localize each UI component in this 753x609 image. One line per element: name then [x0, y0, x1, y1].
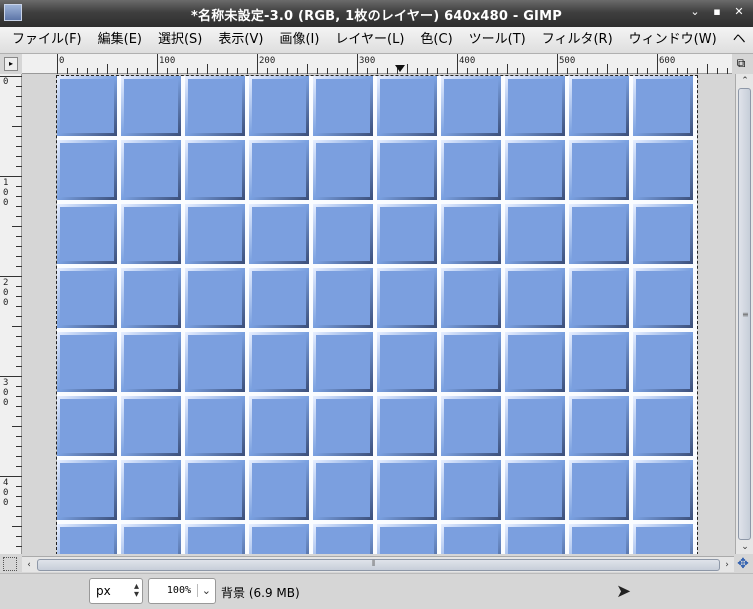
scroll-down-icon[interactable]: ⌄	[738, 540, 752, 554]
menu-view[interactable]: 表示(V)	[210, 29, 271, 51]
close-button[interactable]: ✕	[731, 4, 747, 20]
scroll-right-icon[interactable]: ›	[720, 558, 734, 572]
menu-image[interactable]: 画像(I)	[271, 29, 327, 51]
image-window-workarea: ▸ 0 100 200 300 400 500 600 ⧉ 0 100 200 …	[0, 54, 753, 573]
scroll-up-icon[interactable]: ⌃	[738, 74, 752, 88]
zoom-to-fit-icon[interactable]: ⧉	[733, 56, 749, 72]
menu-colors[interactable]: 色(C)	[412, 29, 460, 51]
vertical-scrollbar[interactable]: ⌃ ≡ ⌄	[735, 74, 753, 554]
status-message: 背景 (6.9 MB)	[221, 586, 300, 600]
menu-select[interactable]: 選択(S)	[150, 29, 210, 51]
status-bar: px ▴ ▾ 100% ⌄ 背景 (6.9 MB) ➤	[0, 573, 753, 609]
menu-file[interactable]: ファイル(F)	[4, 29, 90, 51]
ruler-label: 400	[3, 478, 9, 508]
menu-bar: ファイル(F) 編集(E) 選択(S) 表示(V) 画像(I) レイヤー(L) …	[0, 27, 753, 54]
ruler-label: 0	[3, 77, 9, 87]
menu-edit[interactable]: 編集(E)	[90, 29, 150, 51]
ruler-label: 100	[159, 56, 176, 66]
ruler-label: 500	[559, 56, 576, 66]
vertical-ruler[interactable]: 0 100 200 300 400	[0, 74, 22, 554]
unit-value: px	[96, 584, 111, 598]
minimize-button[interactable]: ⌄	[687, 4, 703, 20]
menu-layer[interactable]: レイヤー(L)	[327, 29, 412, 51]
title-bar[interactable]: *名称未設定-3.0 (RGB, 1枚のレイヤー) 640x480 - GIMP…	[0, 0, 753, 27]
pointer-position-marker	[395, 65, 405, 72]
navigate-icon[interactable]: ✥	[734, 555, 752, 573]
unit-selector[interactable]: px ▴ ▾	[89, 578, 143, 604]
window-title: *名称未設定-3.0 (RGB, 1枚のレイヤー) 640x480 - GIMP	[191, 9, 562, 24]
ruler-label: 0	[59, 56, 65, 66]
image-canvas[interactable]	[56, 75, 698, 554]
menu-tools[interactable]: ツール(T)	[461, 29, 534, 51]
scroll-left-icon[interactable]: ‹	[22, 558, 36, 572]
zoom-value: 100%	[166, 585, 191, 596]
grip-icon: ⦀	[372, 559, 376, 568]
ruler-label: 100	[3, 178, 9, 208]
horizontal-ruler[interactable]: 0 100 200 300 400 500 600	[22, 54, 732, 74]
maximize-button[interactable]: ▪	[709, 4, 725, 20]
menu-windows[interactable]: ウィンドウ(W)	[621, 29, 725, 51]
horizontal-scroll-thumb[interactable]	[37, 559, 720, 571]
canvas-area[interactable]	[22, 74, 734, 554]
horizontal-scrollbar[interactable]: ‹ ⦀ ›	[22, 556, 734, 572]
zoom-selector[interactable]: 100% ⌄	[148, 578, 216, 604]
ruler-label: 200	[3, 278, 9, 308]
window-controls: ⌄ ▪ ✕	[687, 4, 747, 20]
ruler-ticks	[57, 54, 728, 74]
menu-filters[interactable]: フィルタ(R)	[534, 29, 621, 51]
spin-arrows-icon[interactable]: ▴ ▾	[134, 582, 139, 600]
quick-mask-icon[interactable]	[3, 557, 17, 571]
ruler-label: 300	[359, 56, 376, 66]
ruler-label: 200	[259, 56, 276, 66]
chevron-down-icon[interactable]: ⌄	[196, 584, 211, 597]
mouse-pointer-icon: ➤	[616, 581, 632, 602]
menu-arrow-icon[interactable]: ▸	[4, 57, 18, 71]
grip-icon: ≡	[742, 310, 749, 319]
menu-help[interactable]: ヘ	[725, 29, 753, 51]
ruler-label: 600	[659, 56, 676, 66]
ruler-label: 400	[459, 56, 476, 66]
ruler-label: 300	[3, 378, 9, 408]
